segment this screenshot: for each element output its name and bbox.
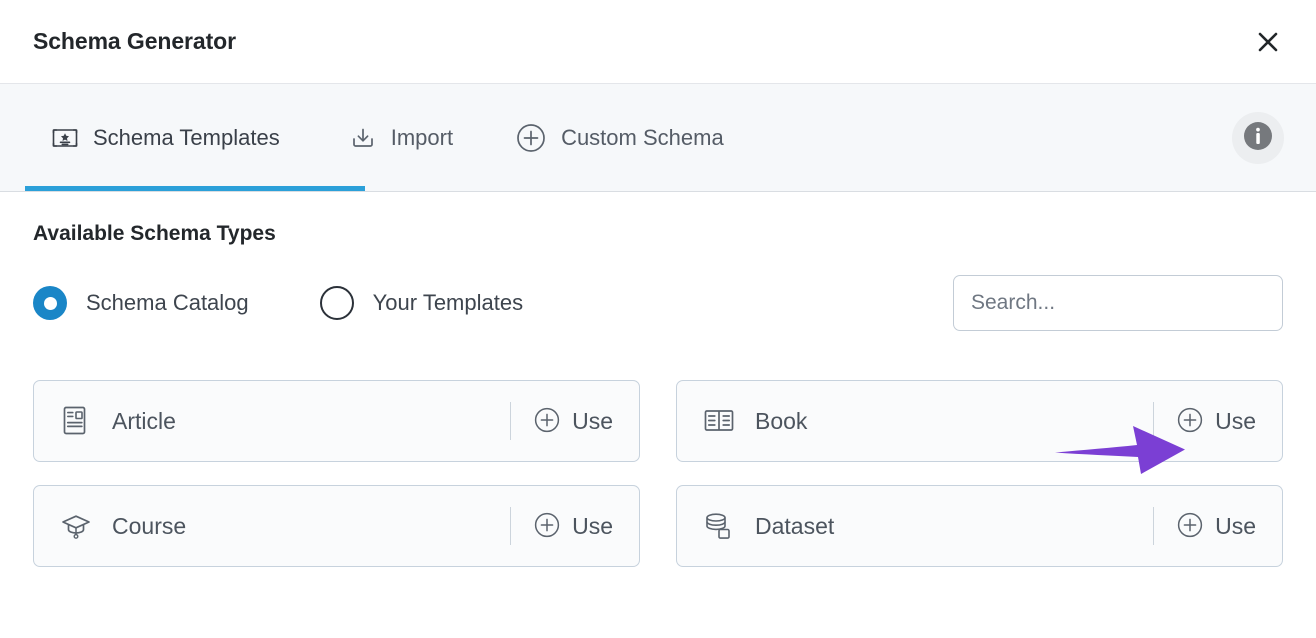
- radio-selected-icon: [33, 286, 67, 320]
- use-button-dataset[interactable]: Use: [1154, 486, 1282, 566]
- tab-import[interactable]: Import: [349, 84, 453, 191]
- page-title: Schema Generator: [33, 28, 236, 54]
- source-radio-group: Schema Catalog Your Templates: [33, 286, 523, 320]
- plus-circle-icon: [515, 122, 547, 154]
- use-button-dataset-label: Use: [1215, 512, 1256, 539]
- schema-card-article-label: Article: [112, 407, 176, 434]
- close-button[interactable]: [1250, 24, 1286, 60]
- download-tray-icon: [349, 124, 377, 152]
- use-button-book[interactable]: Use: [1154, 381, 1282, 461]
- schema-type-grid: Article Use Book Use Course Use Dataset …: [33, 380, 1283, 567]
- dialog-header: Schema Generator: [0, 0, 1316, 84]
- info-button[interactable]: [1232, 111, 1284, 164]
- schema-card-book-label: Book: [755, 407, 808, 434]
- section-title: Available Schema Types: [33, 222, 276, 245]
- use-button-course-label: Use: [572, 512, 613, 539]
- close-icon: [1255, 29, 1281, 55]
- radio-your-templates[interactable]: Your Templates: [319, 286, 524, 320]
- radio-schema-catalog[interactable]: Schema Catalog: [33, 286, 249, 320]
- tab-custom-schema-label: Custom Schema: [561, 124, 724, 150]
- use-button-course[interactable]: Use: [511, 486, 639, 566]
- radio-schema-catalog-label: Schema Catalog: [86, 290, 249, 315]
- article-document-icon: [61, 406, 91, 436]
- tab-import-label: Import: [390, 124, 454, 150]
- plus-circle-icon: [1176, 406, 1204, 437]
- use-button-article[interactable]: Use: [511, 381, 639, 461]
- active-tab-indicator: [25, 186, 365, 191]
- plus-circle-icon: [533, 511, 561, 542]
- search-input[interactable]: [953, 275, 1283, 331]
- schema-card-dataset-label: Dataset: [755, 512, 835, 539]
- dialog-content: Available Schema Types Schema Catalog Yo…: [0, 222, 1316, 567]
- tab-bar: Schema Templates Import Custom Schema: [0, 84, 1316, 192]
- tab-schema-templates[interactable]: Schema Templates: [51, 84, 280, 191]
- tab-schema-templates-label: Schema Templates: [93, 124, 280, 150]
- schema-card-article[interactable]: Article Use: [33, 380, 640, 462]
- plus-circle-icon: [1176, 511, 1204, 542]
- use-button-book-label: Use: [1215, 407, 1256, 434]
- info-icon: [1241, 119, 1275, 156]
- database-stack-icon: [704, 511, 734, 541]
- radio-your-templates-label: Your Templates: [372, 290, 524, 315]
- schema-card-course-label: Course: [112, 512, 187, 539]
- use-button-article-label: Use: [572, 407, 613, 434]
- schema-card-book[interactable]: Book Use: [676, 380, 1283, 462]
- schema-card-dataset[interactable]: Dataset Use: [676, 485, 1283, 567]
- open-book-icon: [704, 408, 734, 434]
- plus-circle-icon: [533, 406, 561, 437]
- filter-controls-row: Schema Catalog Your Templates: [33, 274, 1283, 332]
- certificate-icon: [51, 124, 79, 152]
- schema-generator-dialog: Schema Generator Schema Templates Import…: [0, 0, 1316, 638]
- schema-card-course[interactable]: Course Use: [33, 485, 640, 567]
- graduation-cap-icon: [61, 512, 91, 540]
- tab-custom-schema[interactable]: Custom Schema: [515, 84, 724, 191]
- radio-unselected-icon: [319, 286, 354, 320]
